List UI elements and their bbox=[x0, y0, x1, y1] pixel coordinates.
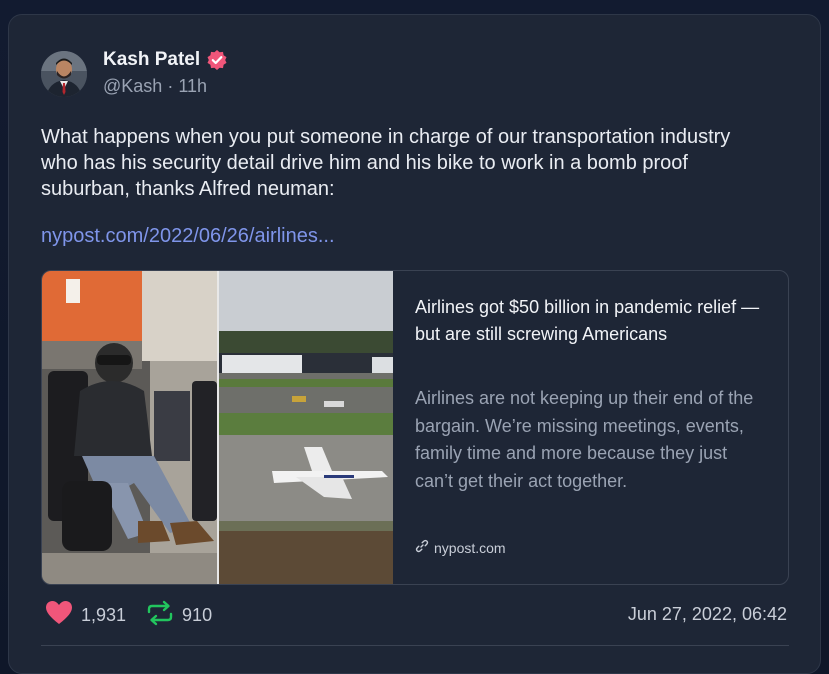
link-card-domain-label: nypost.com bbox=[434, 539, 506, 556]
avatar[interactable] bbox=[41, 51, 87, 97]
post-timestamp[interactable]: Jun 27, 2022, 06:42 bbox=[628, 604, 787, 625]
author-handle[interactable]: @Kash bbox=[103, 76, 162, 96]
meta-separator: · bbox=[167, 76, 174, 96]
post-card: Kash Patel @Kash · 11h What happens when… bbox=[8, 14, 821, 674]
divider bbox=[41, 645, 789, 646]
repost-button[interactable]: 910 bbox=[146, 600, 212, 631]
heart-icon bbox=[45, 600, 73, 631]
post-text: What happens when you put someone in cha… bbox=[41, 126, 731, 200]
repost-icon bbox=[146, 600, 174, 631]
repost-count: 910 bbox=[182, 604, 213, 625]
link-card-domain[interactable]: nypost.com bbox=[415, 539, 506, 556]
author-name[interactable]: Kash Patel bbox=[103, 49, 200, 71]
author-meta: @Kash · 11h bbox=[103, 76, 207, 97]
link-icon bbox=[415, 539, 429, 556]
link-preview-image bbox=[42, 271, 393, 584]
link-card-title[interactable]: Airlines got $50 billion in pandemic rel… bbox=[415, 294, 760, 348]
author-name-row[interactable]: Kash Patel bbox=[103, 49, 228, 71]
post-age[interactable]: 11h bbox=[178, 76, 207, 96]
post-stats: 1,931 910 bbox=[45, 600, 212, 630]
like-count: 1,931 bbox=[81, 604, 127, 625]
like-button[interactable]: 1,931 bbox=[45, 600, 126, 631]
verified-badge-icon bbox=[206, 49, 228, 71]
link-card-description: Airlines are not keeping up their end of… bbox=[415, 388, 754, 491]
post-link[interactable]: nypost.com/2022/06/26/airlines... bbox=[41, 225, 335, 248]
link-preview-card[interactable]: Airlines got $50 billion in pandemic rel… bbox=[41, 270, 789, 585]
